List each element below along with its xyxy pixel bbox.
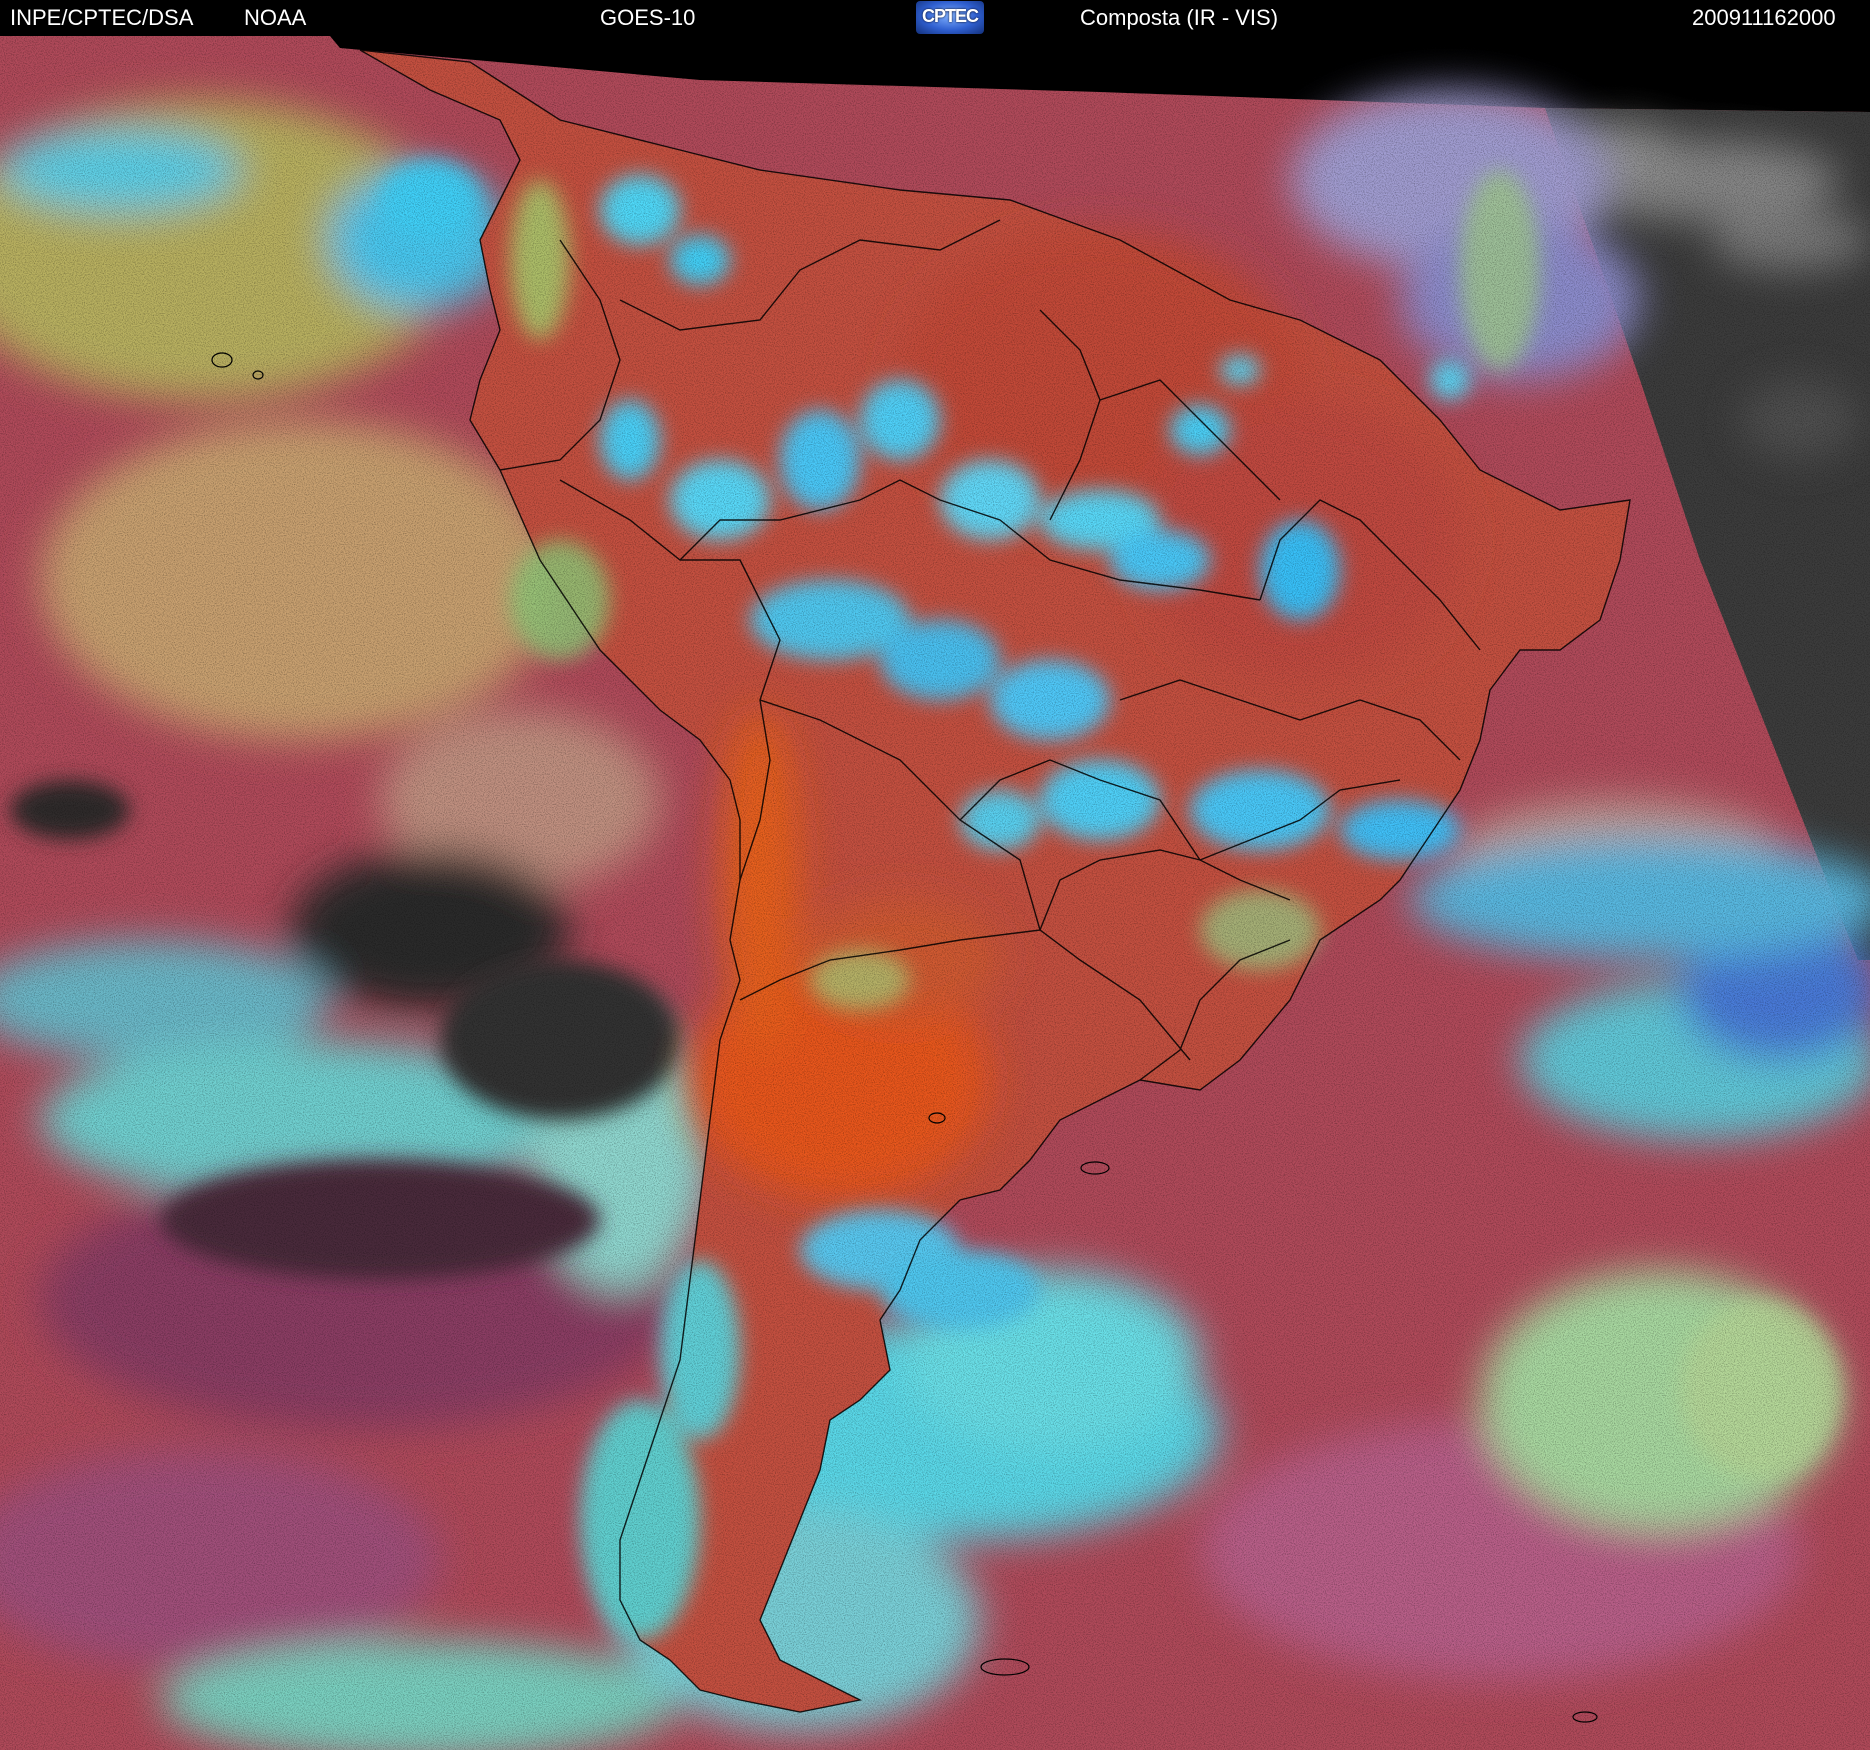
header-bar: INPE/CPTEC/DSA NOAA GOES-10 CPTEC Compos… <box>0 0 1870 36</box>
agency-label: INPE/CPTEC/DSA <box>10 5 194 30</box>
cptec-logo: CPTEC <box>916 1 984 34</box>
grain-overlay <box>0 36 1870 1750</box>
product-label: Composta (IR - VIS) <box>1080 5 1279 30</box>
source-label: NOAA <box>244 5 307 30</box>
satellite-label: GOES-10 <box>600 5 696 30</box>
timestamp-label: 200911162000 <box>1692 5 1836 30</box>
logo-text: CPTEC <box>921 6 979 26</box>
satellite-image <box>0 36 1870 1750</box>
